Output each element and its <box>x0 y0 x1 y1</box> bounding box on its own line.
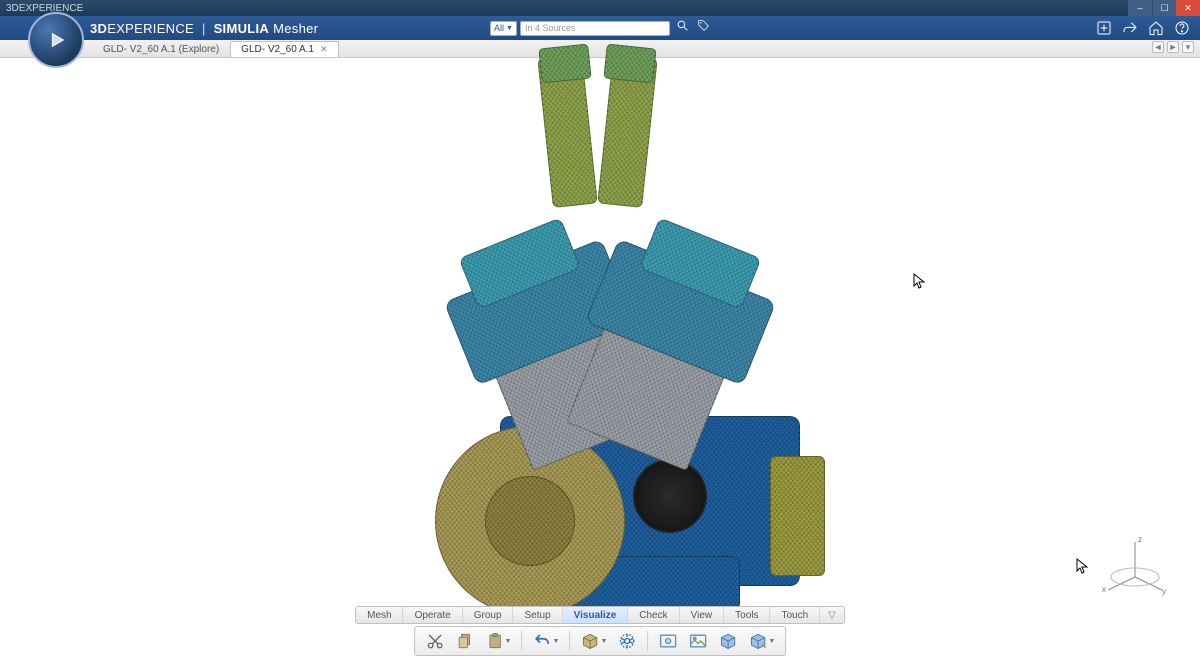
tab-model[interactable]: GLD- V2_60 A.1 ✕ <box>230 41 338 57</box>
axis-z-label: z <box>1138 535 1142 544</box>
tab-explore[interactable]: GLD- V2_60 A.1 (Explore) <box>92 41 230 57</box>
axis-x-label: x <box>1102 585 1106 594</box>
ctab-group[interactable]: Group <box>463 607 514 623</box>
help-icon[interactable] <box>1174 20 1190 36</box>
copy-icon[interactable] <box>451 629 479 653</box>
cut-icon[interactable] <box>421 629 449 653</box>
tab-next-button[interactable]: ► <box>1167 41 1179 53</box>
ctab-tools[interactable]: Tools <box>724 607 770 623</box>
command-tabs: Mesh Operate Group Setup Visualize Check… <box>355 606 845 624</box>
window-title: 3DEXPERIENCE <box>6 3 83 14</box>
search-filter-label: All <box>494 23 504 33</box>
search-input[interactable]: In 4 Sources <box>520 21 670 36</box>
add-icon[interactable] <box>1096 20 1112 36</box>
tab-label: GLD- V2_60 A.1 <box>241 44 314 55</box>
ctab-setup[interactable]: Setup <box>514 607 563 623</box>
compass-button[interactable] <box>28 12 84 68</box>
view-config-dropdown-icon[interactable]: ▼ <box>768 638 775 645</box>
ctab-check[interactable]: Check <box>628 607 679 623</box>
toolbar-separator <box>647 631 648 651</box>
mesh-part-side-olive <box>770 456 825 576</box>
search-icon[interactable] <box>676 19 689 37</box>
paste-dropdown-icon[interactable]: ▼ <box>505 638 512 645</box>
axis-y-label: y <box>1162 587 1166 596</box>
ctab-mesh[interactable]: Mesh <box>356 607 403 623</box>
maximize-button[interactable]: ☐ <box>1152 0 1176 16</box>
app-header: 3DEXPERIENCE | SIMULIAMesher All ▼ In 4 … <box>0 16 1200 40</box>
view-image-icon[interactable] <box>684 629 712 653</box>
toolbar-separator <box>569 631 570 651</box>
close-button[interactable]: ✕ <box>1176 0 1200 16</box>
mesh-part-left-intake-tip <box>538 43 591 83</box>
action-toolbar: ▼ ▼ ▼ ▼ <box>414 626 787 656</box>
tab-menu-button[interactable]: ▾ <box>1182 41 1194 53</box>
cursor-icon <box>913 273 925 292</box>
ctab-touch[interactable]: Touch <box>770 607 820 623</box>
tab-close-icon[interactable]: ✕ <box>320 44 328 55</box>
brand-light: EXPERIENCE <box>107 21 194 36</box>
share-icon[interactable] <box>1122 20 1138 36</box>
ctab-visualize[interactable]: Visualize <box>563 607 629 623</box>
tag-icon[interactable] <box>697 19 710 37</box>
compass-wrap <box>0 16 90 40</box>
bottom-toolbars: Mesh Operate Group Setup Visualize Check… <box>355 606 845 656</box>
mesh-sphere-icon[interactable] <box>613 629 641 653</box>
ctab-view[interactable]: View <box>680 607 725 623</box>
undo-dropdown-icon[interactable]: ▼ <box>553 638 560 645</box>
ctab-operate[interactable]: Operate <box>404 607 463 623</box>
suite-bold: SIMULIA <box>214 21 270 36</box>
view-fit-icon[interactable] <box>654 629 682 653</box>
header-actions <box>1096 20 1200 36</box>
brand-title: 3DEXPERIENCE | SIMULIAMesher <box>90 21 318 36</box>
tab-nav: ◄ ► ▾ <box>1152 41 1194 53</box>
mesh-part-right-intake-tip <box>603 43 656 83</box>
ctab-expand-icon[interactable]: ▽ <box>820 610 844 621</box>
chevron-down-icon: ▼ <box>506 25 513 32</box>
window-controls: – ☐ ✕ <box>1128 0 1200 16</box>
mesh-box-dropdown-icon[interactable]: ▼ <box>600 638 607 645</box>
search-group: All ▼ In 4 Sources <box>490 19 710 37</box>
view-cube-icon[interactable] <box>714 629 742 653</box>
home-icon[interactable] <box>1148 20 1164 36</box>
axis-triad[interactable]: z x y <box>1100 532 1170 602</box>
search-filter-dropdown[interactable]: All ▼ <box>490 21 517 36</box>
tab-prev-button[interactable]: ◄ <box>1152 41 1164 53</box>
cursor-icon <box>1076 558 1088 577</box>
toolbar-separator <box>522 631 523 651</box>
minimize-button[interactable]: – <box>1128 0 1152 16</box>
viewport-3d[interactable]: z x y Mesh Operate Group Setup Visualize… <box>0 58 1200 662</box>
brand-bold: 3D <box>90 21 107 36</box>
search-placeholder: In 4 Sources <box>525 23 576 33</box>
window-titlebar: 3DEXPERIENCE – ☐ ✕ <box>0 0 1200 16</box>
meshed-model <box>350 56 850 616</box>
suite-light: Mesher <box>273 21 318 36</box>
tab-label: GLD- V2_60 A.1 (Explore) <box>103 44 219 55</box>
